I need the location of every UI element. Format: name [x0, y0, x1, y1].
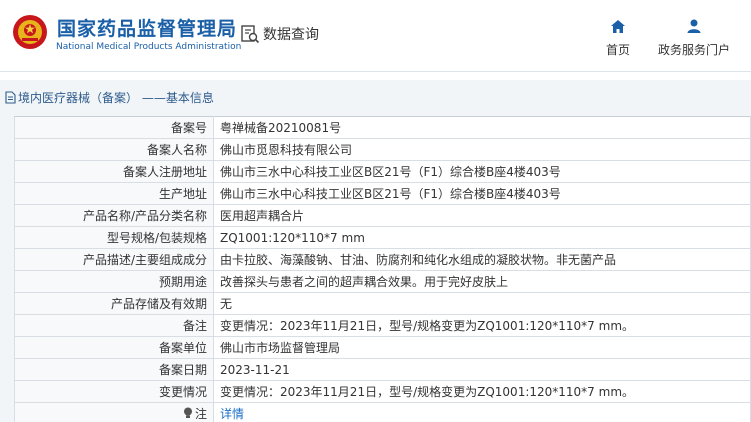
table-row: 备案号 粤禅械备20210081号 [14, 116, 751, 139]
table-row: 备案单位 佛山市市场监督管理局 [14, 336, 751, 359]
field-label: 产品描述/主要组成成分 [14, 248, 214, 271]
field-label: 产品名称/产品分类名称 [14, 204, 214, 227]
table-row-note: 注详情 [14, 402, 751, 422]
field-value: 由卡拉胶、海藻酸钠、甘油、防腐剂和纯化水组成的凝胶状物。非无菌产品 [213, 248, 751, 271]
field-label: 型号规格/包装规格 [14, 226, 214, 249]
field-label: 变更情况 [14, 380, 214, 403]
panel-header: 境内医疗器械（备案） ——基本信息 [5, 86, 751, 108]
field-value: 粤禅械备20210081号 [213, 116, 751, 139]
nav-home[interactable]: 首页 [600, 18, 636, 58]
field-label: 备案人注册地址 [14, 160, 214, 183]
header-divider [0, 71, 751, 72]
table-row: 变更情况 变更情况：2023年11月21日，型号/规格变更为ZQ1001:120*… [14, 380, 751, 403]
field-label: 备案日期 [14, 358, 214, 381]
site-header: 国家药品监督管理局 National Medical Products Admi… [0, 0, 751, 72]
nav-service-portal-label: 政务服务门户 [657, 43, 730, 57]
field-value: ZQ1001:120*110*7 mm [213, 226, 751, 249]
nav-home-label: 首页 [605, 43, 630, 57]
brand-subtitle: National Medical Products Administration [56, 42, 242, 52]
field-label: 备注 [14, 314, 214, 337]
field-value: 变更情况：2023年11月21日，型号/规格变更为ZQ1001:120*110*… [213, 380, 751, 403]
details-link[interactable]: 详情 [220, 407, 244, 421]
breadcrumb: 境内医疗器械（备案） ——基本信息 [18, 90, 214, 105]
note-key: 注 [183, 405, 207, 422]
document-icon [5, 90, 16, 104]
note-label-cell: 注 [14, 402, 214, 422]
field-value: 2023-11-21 [213, 358, 751, 381]
note-value-cell: 详情 [213, 402, 751, 422]
field-label: 生产地址 [14, 182, 214, 205]
field-label: 预期用途 [14, 270, 214, 293]
field-value: 改善探头与患者之间的超声耦合效果。用于完好皮肤上 [213, 270, 751, 293]
table-row: 备注 变更情况：2023年11月21日，型号/规格变更为ZQ1001:120*11… [14, 314, 751, 337]
national-emblem-logo [13, 15, 47, 49]
table-row: 型号规格/包装规格 ZQ1001:120*110*7 mm [14, 226, 751, 249]
field-label: 备案单位 [14, 336, 214, 359]
field-value: 佛山市市场监督管理局 [213, 336, 751, 359]
table-row: 备案人注册地址 佛山市三水中心科技工业区B区21号（F1）综合楼B座4楼403号 [14, 160, 751, 183]
note-label: 注 [194, 406, 207, 421]
document-search-icon [241, 25, 260, 44]
table-row: 生产地址 佛山市三水中心科技工业区B区21号（F1）综合楼B座4楼403号 [14, 182, 751, 205]
field-value: 佛山市三水中心科技工业区B区21号（F1）综合楼B座4楼403号 [213, 182, 751, 205]
user-icon [687, 19, 701, 33]
lightbulb-icon [183, 407, 192, 419]
record-table: 备案号 粤禅械备20210081号 备案人名称 佛山市觅恩科技有限公司 备案人注册地址佛… [14, 116, 751, 422]
field-label: 备案人名称 [14, 138, 214, 161]
field-value: 佛山市三水中心科技工业区B区21号（F1）综合楼B座4楼403号 [213, 160, 751, 183]
table-row: 备案人名称 佛山市觅恩科技有限公司 [14, 138, 751, 161]
data-query-link[interactable]: 数据查询 [240, 24, 319, 44]
data-query-label: 数据查询 [263, 27, 319, 43]
table-row: 产品名称/产品分类名称 医用超声耦合片 [14, 204, 751, 227]
brand-title: 国家药品监督管理局 [57, 18, 238, 40]
field-label: 备案号 [14, 116, 214, 139]
table-row: 产品存储及有效期无 [14, 292, 751, 315]
nav-service-portal[interactable]: 政务服务门户 [654, 18, 734, 58]
table-row: 产品描述/主要组成成分 由卡拉胶、海藻酸钠、甘油、防腐剂和纯化水组成的凝胶状物。非… [14, 248, 751, 271]
field-value: 医用超声耦合片 [213, 204, 751, 227]
table-row: 预期用途 改善探头与患者之间的超声耦合效果。用于完好皮肤上 [14, 270, 751, 293]
field-value: 佛山市觅恩科技有限公司 [213, 138, 751, 161]
table-row: 备案日期 2023-11-21 [14, 358, 751, 381]
field-value: 无 [213, 292, 751, 315]
field-label: 产品存储及有效期 [14, 292, 214, 315]
home-icon [611, 20, 625, 33]
field-value: 变更情况：2023年11月21日，型号/规格变更为ZQ1001:120*110*… [213, 314, 751, 337]
